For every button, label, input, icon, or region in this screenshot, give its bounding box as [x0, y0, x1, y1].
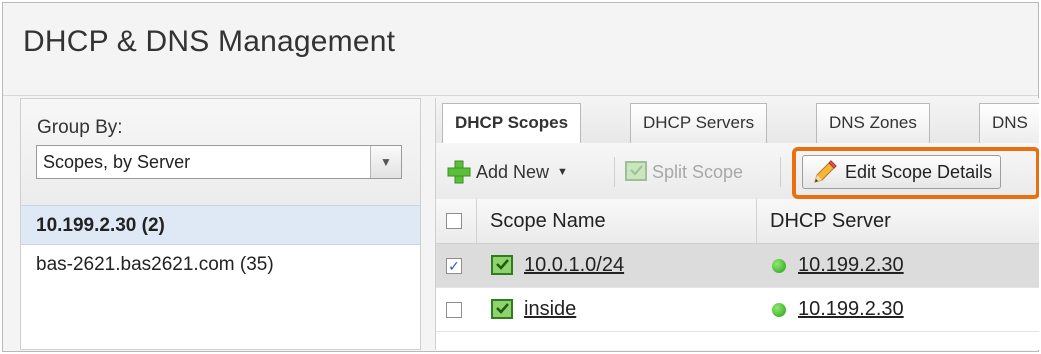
server-item-selected[interactable]: 10.199.2.30 (2)	[21, 205, 420, 245]
scope-icon	[625, 161, 647, 181]
dhcp-server-cell: 10.199.2.30	[772, 244, 904, 287]
edit-scope-details-label: Edit Scope Details	[845, 161, 993, 182]
tab-label: DNS	[992, 113, 1028, 132]
group-by-value: Scopes, by Server	[43, 152, 191, 172]
page-title: DHCP & DNS Management	[23, 25, 396, 58]
select-all-checkbox[interactable]	[446, 199, 462, 243]
scopes-panel: DHCP Scopes DHCP Servers DNS Zones DNS A…	[435, 98, 1039, 350]
caret-down-icon: ▼	[557, 166, 568, 178]
pencil-icon	[814, 160, 837, 183]
server-item[interactable]: bas-2621.bas2621.com (35)	[21, 245, 420, 285]
column-divider	[476, 199, 477, 243]
scope-icon	[491, 298, 513, 319]
dhcp-server-cell: 10.199.2.30	[772, 288, 904, 331]
add-new-label: Add New	[476, 162, 550, 182]
status-online-icon	[772, 302, 786, 317]
group-by-label: Group By:	[37, 117, 123, 138]
chevron-down-icon[interactable]: ▼	[370, 146, 401, 178]
group-by-header: Group By: Scopes, by Server ▼	[21, 99, 420, 206]
server-list: 10.199.2.30 (2) bas-2621.bas2621.com (35…	[21, 205, 420, 285]
row-checkbox[interactable]: ✓	[446, 244, 462, 287]
split-scope-button[interactable]: Split Scope	[624, 157, 743, 187]
toolbar-divider	[780, 157, 781, 187]
toolbar-divider	[614, 157, 615, 187]
server-link[interactable]: 10.199.2.30	[798, 254, 904, 277]
server-item-label: 10.199.2.30 (2)	[36, 215, 165, 236]
tab-label: DNS Zones	[829, 113, 917, 132]
server-item-label: bas-2621.bas2621.com (35)	[36, 254, 274, 275]
scopes-table: Scope Name DHCP Server ✓ 10.0.1.0/24 10.…	[436, 199, 1039, 332]
toolbar: Add New ▼ Split Scope Edit Scope Details	[436, 143, 1039, 200]
row-checkbox[interactable]	[446, 288, 462, 331]
edit-scope-details-button[interactable]: Edit Scope Details	[802, 155, 1002, 189]
table-header: Scope Name DHCP Server	[436, 199, 1039, 244]
status-online-icon	[772, 258, 786, 273]
group-by-panel: Group By: Scopes, by Server ▼ 10.199.2.3…	[20, 98, 421, 350]
tab-label: DHCP Scopes	[455, 113, 569, 132]
server-link[interactable]: 10.199.2.30	[798, 298, 904, 321]
column-header-scope-name[interactable]: Scope Name	[490, 199, 606, 243]
column-divider	[756, 199, 757, 243]
scope-link[interactable]: inside	[524, 298, 576, 321]
add-new-button[interactable]: Add New ▼	[446, 157, 568, 187]
plus-icon	[447, 160, 471, 184]
scope-link[interactable]: 10.0.1.0/24	[524, 254, 624, 277]
tab-dhcp-scopes[interactable]: DHCP Scopes	[442, 103, 582, 144]
scope-name-cell: inside	[490, 288, 576, 331]
split-scope-label: Split Scope	[652, 162, 744, 182]
table-row[interactable]: inside 10.199.2.30	[436, 288, 1039, 332]
tab-dns[interactable]: DNS	[979, 103, 1039, 143]
scope-icon	[491, 254, 513, 275]
table-row[interactable]: ✓ 10.0.1.0/24 10.199.2.30	[436, 244, 1039, 288]
tab-dns-zones[interactable]: DNS Zones	[816, 103, 930, 143]
tab-bar: DHCP Scopes DHCP Servers DNS Zones DNS	[436, 98, 1039, 144]
tab-label: DHCP Servers	[643, 113, 755, 132]
tab-dhcp-servers[interactable]: DHCP Servers	[630, 103, 768, 143]
scope-name-cell: 10.0.1.0/24	[490, 244, 624, 287]
column-header-dhcp-server[interactable]: DHCP Server	[770, 199, 891, 243]
title-divider	[3, 95, 1038, 96]
checkbox[interactable]	[446, 213, 462, 229]
checkbox-checked[interactable]: ✓	[446, 257, 462, 274]
checkbox[interactable]	[446, 301, 462, 318]
group-by-select[interactable]: Scopes, by Server ▼	[36, 145, 402, 179]
